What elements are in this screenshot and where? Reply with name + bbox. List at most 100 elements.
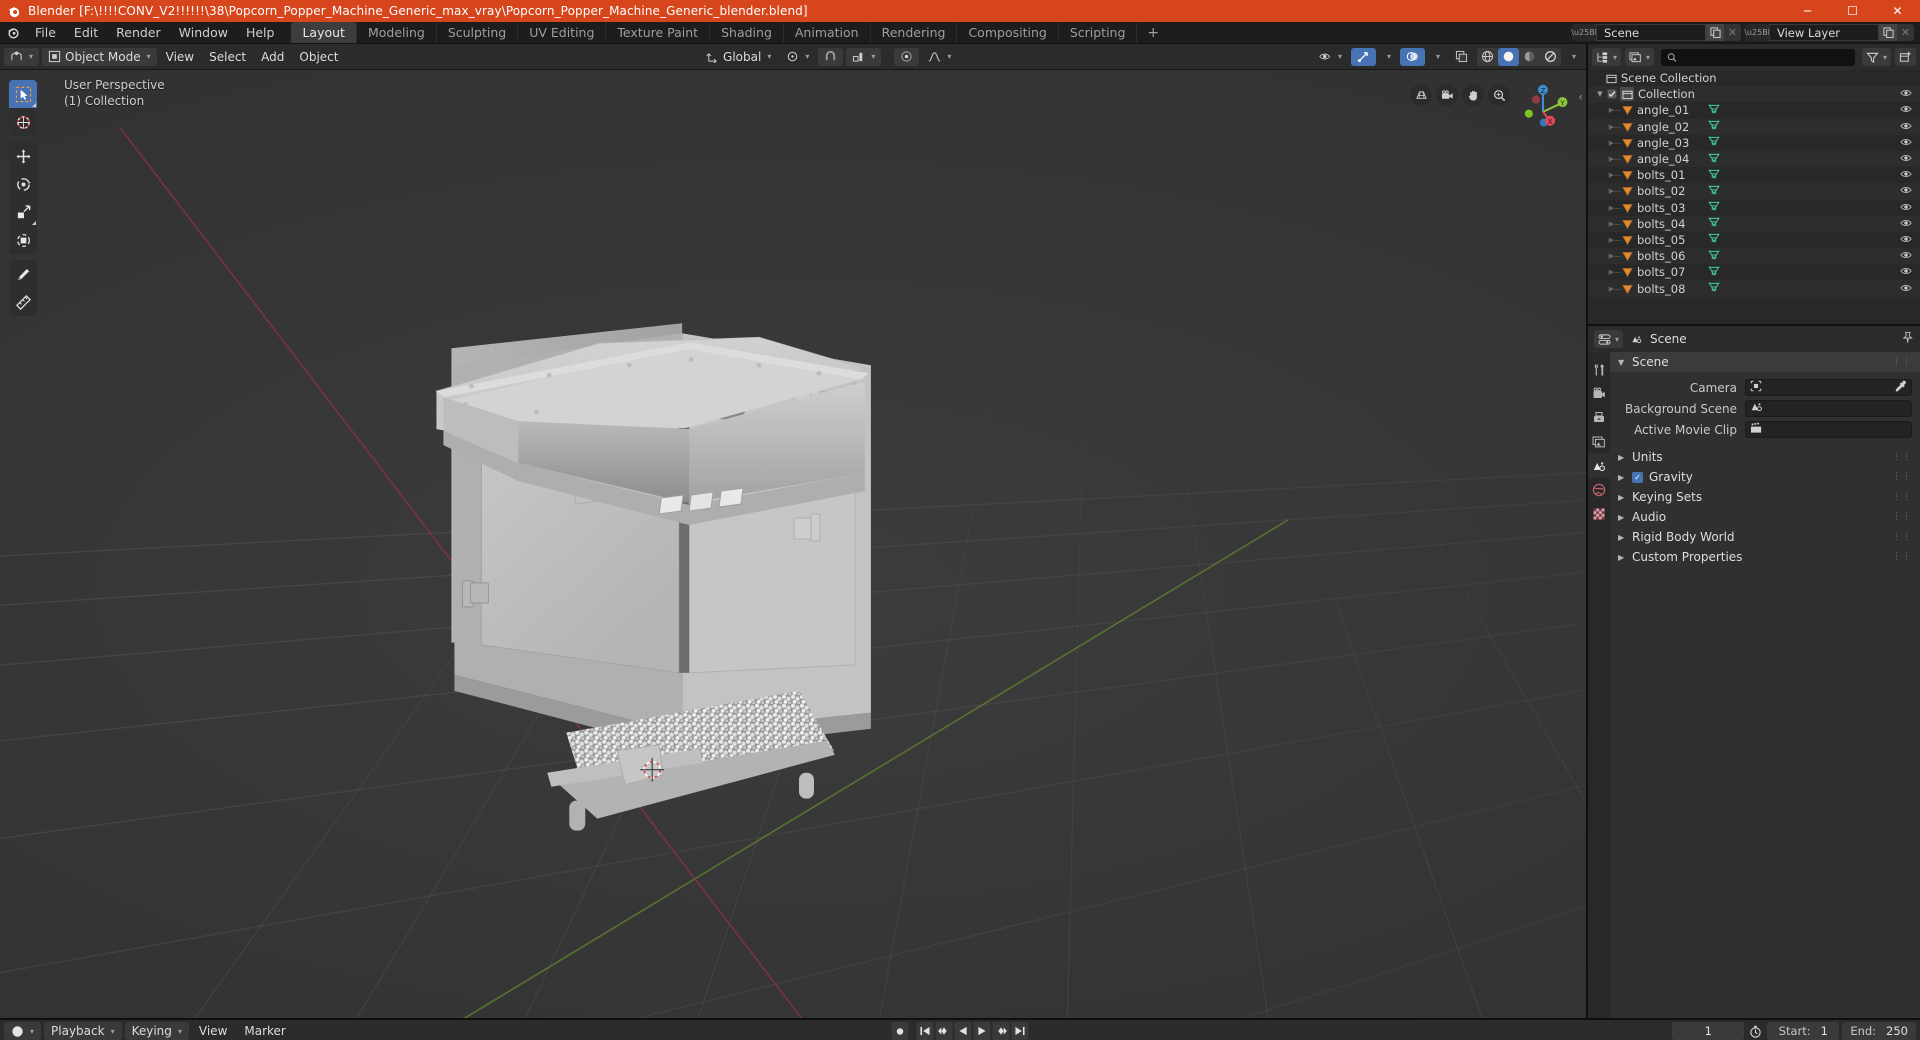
close-button[interactable]: ✕ (1875, 0, 1920, 22)
record-keyframe-icon[interactable] (891, 1022, 909, 1040)
eye-visibility-icon[interactable] (1900, 201, 1912, 215)
annotate-tool[interactable] (9, 260, 37, 288)
workspace-tab-modeling[interactable]: Modeling (355, 22, 436, 43)
outliner-row-object[interactable]: ▶— bolts_05 (1588, 232, 1920, 248)
expand-toggle[interactable]: ▶— (1608, 268, 1622, 276)
outliner-row-object[interactable]: ▶— bolts_01 (1588, 167, 1920, 183)
outliner-search-input[interactable] (1661, 48, 1855, 66)
outliner-row-scene-collection[interactable]: Scene Collection (1588, 70, 1920, 86)
panel-header-custom-properties[interactable]: ▶ Custom Properties ⋮⋮ (1610, 547, 1920, 567)
measure-tool[interactable] (9, 288, 37, 316)
proportional-falloff-dropdown[interactable]: ▾ (922, 48, 957, 66)
shading-solid-button[interactable] (1497, 47, 1519, 66)
expand-toggle[interactable]: ▶— (1608, 187, 1622, 195)
move-tool[interactable] (9, 142, 37, 170)
eye-visibility-icon[interactable] (1900, 184, 1912, 198)
play-icon[interactable] (973, 1022, 991, 1040)
shading-wireframe-button[interactable] (1477, 48, 1498, 66)
eye-visibility-icon[interactable] (1900, 249, 1912, 263)
outliner-row-object[interactable]: ▶— bolts_07 (1588, 264, 1920, 280)
outliner-row-object[interactable]: ▶— angle_01 (1588, 102, 1920, 118)
outliner-row-object[interactable]: ▶— bolts_04 (1588, 215, 1920, 232)
expand-toggle[interactable]: ▶— (1608, 106, 1622, 114)
viewport-menu-select[interactable]: Select (203, 48, 252, 66)
collection-checkbox[interactable] (1606, 89, 1617, 100)
menu-window[interactable]: Window (170, 22, 237, 43)
outliner-editor-type-icon[interactable]: ▾ (1592, 48, 1622, 66)
menu-help[interactable]: Help (237, 22, 284, 43)
panel-header-gravity[interactable]: ▶ ✓ Gravity ⋮⋮ (1610, 467, 1920, 487)
minimize-button[interactable]: ─ (1785, 0, 1830, 22)
pin-icon[interactable] (1901, 331, 1914, 347)
eye-visibility-icon[interactable] (1900, 265, 1912, 279)
panel-drag-handle[interactable]: ⋮⋮ (1892, 492, 1912, 502)
panel-drag-handle[interactable]: ⋮⋮ (1892, 452, 1912, 462)
panel-drag-handle[interactable]: ⋮⋮ (1892, 472, 1912, 482)
expand-toggle-collection[interactable]: ▼ (1594, 90, 1606, 98)
snap-element-dropdown[interactable]: ▾ (846, 47, 882, 66)
eye-visibility-icon[interactable] (1900, 282, 1912, 296)
tweak-select-box-tool[interactable] (9, 80, 37, 108)
timeline-editor-type-icon[interactable]: ▾ (4, 1022, 42, 1040)
gizmo-toggle[interactable] (1350, 47, 1376, 66)
scene-name-field[interactable]: Scene (1596, 24, 1706, 41)
panel-header-audio[interactable]: ▶ Audio ⋮⋮ (1610, 507, 1920, 527)
viewport-menu-add[interactable]: Add (255, 48, 290, 66)
workspace-tab-shading[interactable]: Shading (709, 22, 783, 43)
prev-keyframe-icon[interactable] (935, 1022, 953, 1040)
snap-target-dropdown[interactable]: ▾ (780, 48, 815, 66)
outliner-search-field[interactable] (1682, 50, 1849, 64)
visibility-dropdown[interactable]: ▾ (1313, 48, 1348, 66)
next-keyframe-icon[interactable] (992, 1022, 1010, 1040)
workspace-tab-uv-editing[interactable]: UV Editing (517, 22, 605, 43)
overlays-toggle[interactable] (1399, 47, 1425, 66)
viewport-sidebar-collapse-arrow[interactable]: ‹ (1578, 90, 1583, 104)
workspace-tab-rendering[interactable]: Rendering (869, 22, 957, 43)
tool-tab[interactable] (1588, 358, 1610, 382)
panel-header-units[interactable]: ▶ Units ⋮⋮ (1610, 447, 1920, 467)
cursor-tool[interactable] (9, 108, 37, 136)
editor-type-3dview-icon[interactable]: ▾ (4, 47, 40, 66)
texture-tab[interactable] (1588, 502, 1610, 526)
render-tab[interactable] (1588, 382, 1610, 406)
panel-header-rigid-body-world[interactable]: ▶ Rigid Body World ⋮⋮ (1610, 527, 1920, 547)
expand-toggle[interactable]: ▶— (1608, 123, 1622, 131)
outliner-tree[interactable]: Scene Collection ▼ Collection ▶— angle_0… (1588, 70, 1920, 324)
jump-end-icon[interactable] (1011, 1022, 1029, 1040)
panel-header-scene[interactable]: ▼ Scene ⋮⋮ (1610, 352, 1920, 372)
eye-visibility-icon[interactable] (1900, 103, 1912, 117)
gravity-checkbox[interactable]: ✓ (1632, 471, 1643, 483)
expand-toggle[interactable]: ▶— (1608, 171, 1622, 179)
proportional-editing-toggle[interactable] (894, 47, 920, 66)
menu-render[interactable]: Render (107, 22, 170, 43)
overlays-options-dropdown[interactable]: ▾ (1428, 48, 1446, 66)
gizmo-options-dropdown[interactable]: ▾ (1379, 48, 1397, 66)
menu-file[interactable]: File (26, 22, 65, 43)
world-tab[interactable] (1588, 478, 1610, 502)
workspace-tab-texture-paint[interactable]: Texture Paint (605, 22, 709, 43)
unlink-scene-button[interactable]: ✕ (1724, 24, 1741, 41)
current-frame-field[interactable]: 1 (1672, 1022, 1745, 1040)
eyedropper-icon[interactable] (1895, 380, 1907, 395)
play-reverse-icon[interactable] (954, 1022, 972, 1040)
eye-visibility-icon[interactable] (1900, 136, 1912, 150)
background-scene-field[interactable] (1745, 400, 1912, 417)
start-frame-field[interactable]: Start: 1 (1767, 1022, 1840, 1040)
outliner-row-object[interactable]: ▶— bolts_06 (1588, 248, 1920, 265)
timeline-menu-playback[interactable]: Playback ▾ (44, 1022, 122, 1040)
unlink-view-layer-button[interactable]: ✕ (1897, 24, 1914, 41)
eye-visibility-icon[interactable] (1900, 168, 1912, 182)
scene-tab[interactable] (1588, 454, 1610, 478)
workspace-tab-compositing[interactable]: Compositing (956, 22, 1057, 43)
eye-visibility-icon[interactable] (1900, 217, 1912, 231)
view-layer-selector[interactable]: \u25BE View Layer ✕ (1744, 24, 1914, 41)
expand-toggle[interactable]: ▶— (1608, 285, 1622, 293)
menu-edit[interactable]: Edit (65, 22, 107, 43)
xray-toggle[interactable] (1449, 48, 1474, 66)
outliner-row-object[interactable]: ▶— bolts_08 (1588, 280, 1920, 297)
transform-orientation-dropdown[interactable]: Global ▾ (700, 48, 777, 66)
transform-tool[interactable] (9, 226, 37, 254)
outliner-row-object[interactable]: ▶— angle_04 (1588, 150, 1920, 168)
workspace-tab-sculpting[interactable]: Sculpting (435, 22, 517, 43)
eye-visibility-icon[interactable] (1900, 233, 1912, 247)
